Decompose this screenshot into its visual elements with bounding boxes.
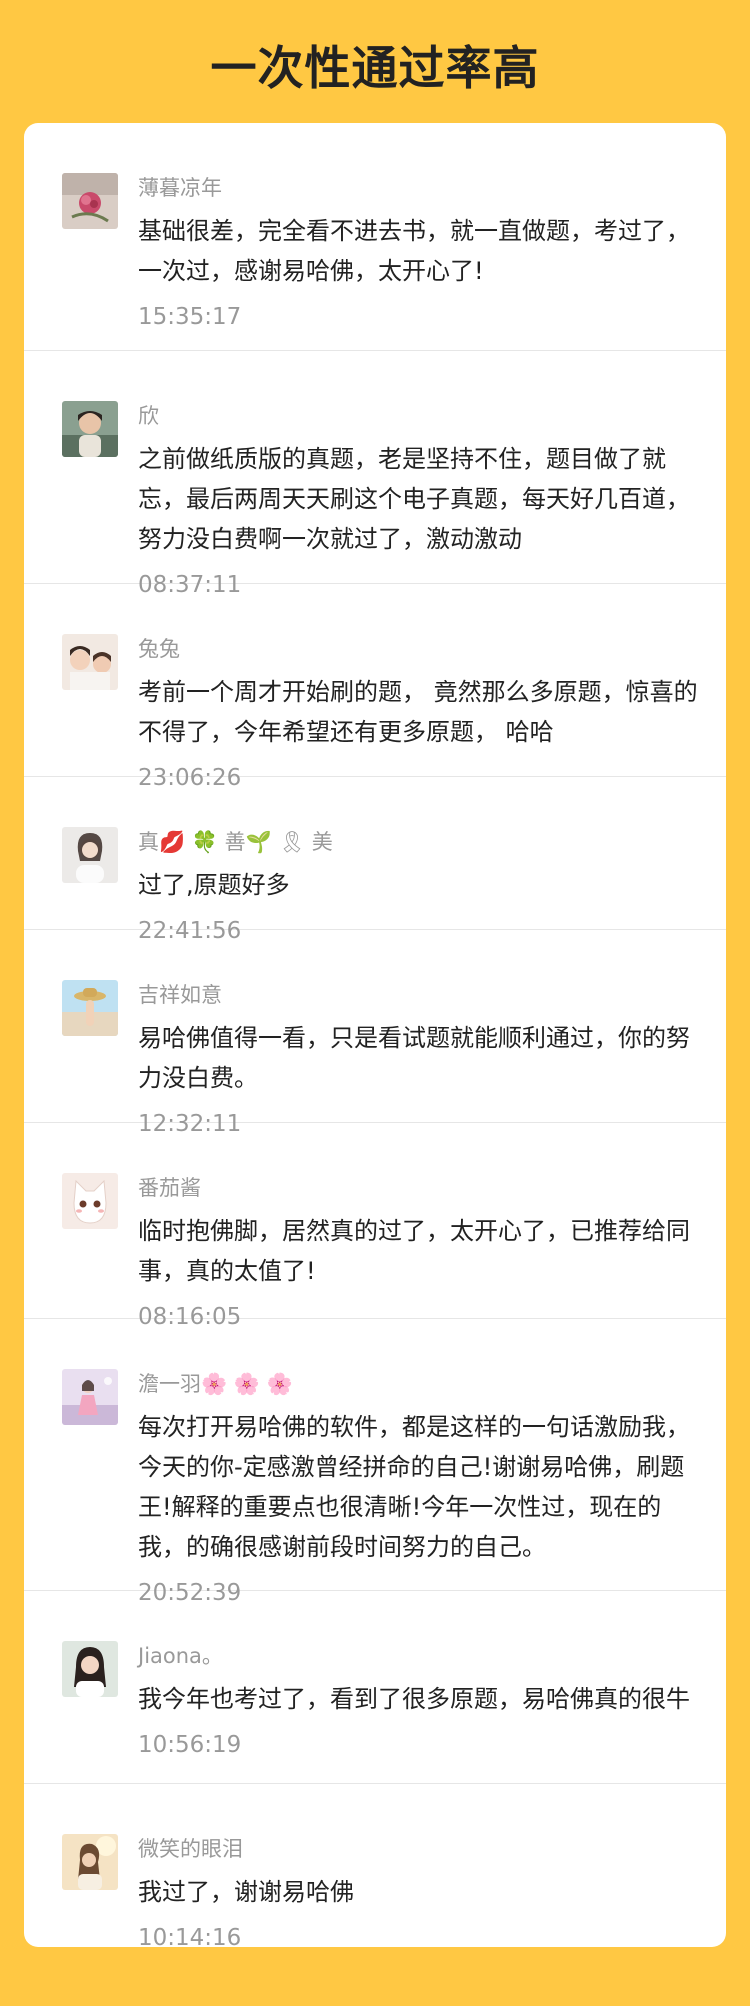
- avatar[interactable]: [62, 980, 118, 1036]
- avatar-pink-scene: [62, 1369, 118, 1425]
- avatar[interactable]: [62, 173, 118, 229]
- avatar-sunlight-photo: [62, 1834, 118, 1890]
- username: 兔兔: [138, 637, 180, 661]
- timestamp: 10:14:16: [138, 1925, 242, 1947]
- avatar[interactable]: [62, 1641, 118, 1697]
- avatar[interactable]: [62, 634, 118, 690]
- review-item: 兔兔 考前一个周才开始刷的题， 竟然那么多原题，惊喜的不得了，今年希望还有更多原…: [24, 584, 726, 791]
- comment-text: 考前一个周才开始刷的题， 竟然那么多原题，惊喜的不得了，今年希望还有更多原题， …: [138, 678, 698, 746]
- username: 薄暮凉年: [138, 176, 222, 200]
- avatar-woman-smile: [62, 1641, 118, 1697]
- avatar-woman-portrait: [62, 827, 118, 883]
- comment-text: 易哈佛值得一看，只是看试题就能顺利通过，你的努力没白费。: [138, 1024, 690, 1092]
- avatar[interactable]: [62, 401, 118, 457]
- avatar[interactable]: [62, 1834, 118, 1890]
- review-item: 真💋 🍀 善🌱 🎗 美 过了,原题好多 22:41:56: [24, 777, 726, 944]
- username: 欣: [138, 404, 159, 428]
- comment-text: 过了,原题好多: [138, 871, 290, 899]
- review-item: 吉祥如意 易哈佛值得一看，只是看试题就能顺利通过，你的努力没白费。 12:32:…: [24, 930, 726, 1137]
- avatar[interactable]: [62, 827, 118, 883]
- avatar[interactable]: [62, 1369, 118, 1425]
- avatar-flower-image: [62, 173, 118, 229]
- review-item: 欣 之前做纸质版的真题，老是坚持不住，题目做了就忘，最后两周天天刷这个电子真题，…: [24, 351, 726, 598]
- username: 番茄酱: [138, 1176, 201, 1200]
- comment-text: 每次打开易哈佛的软件，都是这样的一句话激励我，今天的你-定感激曾经拼命的自己!谢…: [138, 1413, 690, 1561]
- timestamp: 10:56:19: [138, 1732, 242, 1758]
- review-item: 番茄酱 临时抱佛脚，居然真的过了，太开心了，已推荐给同事，真的太值了! 08:1…: [24, 1123, 726, 1330]
- avatar-woman-photo: [62, 401, 118, 457]
- username: 澹一羽🌸 🌸 🌸: [138, 1372, 293, 1396]
- review-item: 微笑的眼泪 我过了，谢谢易哈佛 10:14:16: [24, 1784, 726, 1947]
- avatar[interactable]: [62, 1173, 118, 1229]
- username: 真💋 🍀 善🌱 🎗 美: [138, 830, 333, 854]
- review-item: 澹一羽🌸 🌸 🌸 每次打开易哈佛的软件，都是这样的一句话激励我，今天的你-定感激…: [24, 1319, 726, 1606]
- review-item: 薄暮凉年 基础很差，完全看不进去书，就一直做题，考过了，一次过，感谢易哈佛，太开…: [24, 123, 726, 351]
- comment-text: 我过了，谢谢易哈佛: [138, 1878, 354, 1906]
- avatar-cartoon-cat: [62, 1173, 118, 1229]
- comment-text: 我今年也考过了，看到了很多原题，易哈佛真的很牛: [138, 1685, 690, 1713]
- comment-text: 基础很差，完全看不进去书，就一直做题，考过了，一次过，感谢易哈佛，太开心了!: [138, 217, 690, 285]
- avatar-child-photo: [62, 634, 118, 690]
- comment-text: 之前做纸质版的真题，老是坚持不住，题目做了就忘，最后两周天天刷这个电子真题，每天…: [138, 445, 690, 553]
- reviews-card: 薄暮凉年 基础很差，完全看不进去书，就一直做题，考过了，一次过，感谢易哈佛，太开…: [24, 123, 726, 1947]
- username: 微笑的眼泪: [138, 1837, 243, 1861]
- review-item: Jiaona。 我今年也考过了，看到了很多原题，易哈佛真的很牛 10:56:19: [24, 1591, 726, 1784]
- page-title: 一次性通过率高: [210, 41, 540, 95]
- avatar-hat-photo: [62, 980, 118, 1036]
- comment-text: 临时抱佛脚，居然真的过了，太开心了，已推荐给同事，真的太值了!: [138, 1217, 690, 1285]
- username: 吉祥如意: [138, 983, 222, 1007]
- username: Jiaona。: [138, 1644, 223, 1668]
- timestamp: 15:35:17: [138, 304, 242, 330]
